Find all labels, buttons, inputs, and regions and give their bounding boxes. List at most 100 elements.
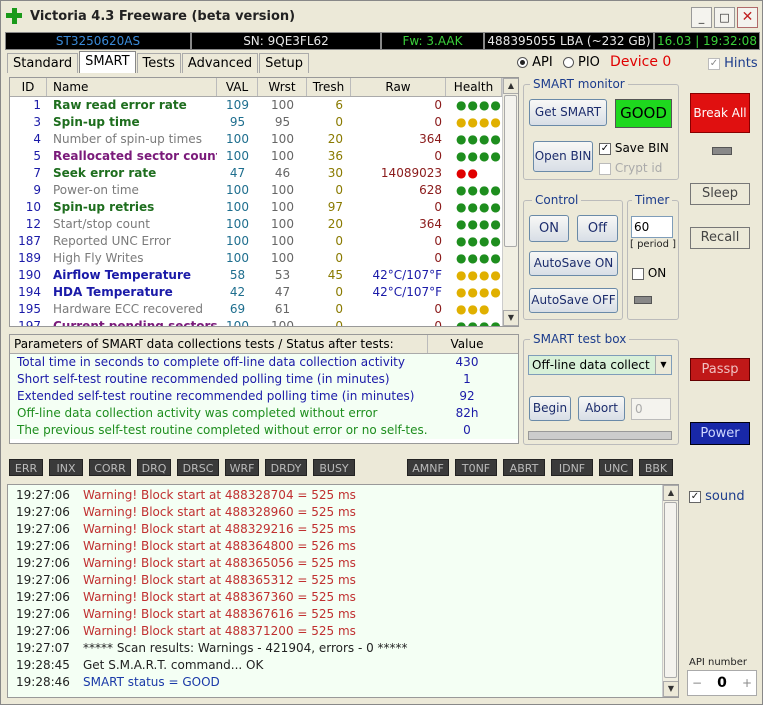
table-row[interactable]: 7 Seek error rate 47 46 30 14089023 ●● — [10, 165, 518, 182]
attr-raw: 42°C/107°F — [372, 285, 443, 299]
col-name[interactable]: Name — [47, 78, 217, 96]
break-all-button[interactable]: Break All — [690, 93, 750, 133]
decrement-icon[interactable]: − — [688, 671, 706, 695]
table-row[interactable]: 1 Raw read error rate 109 100 6 0 ●●●●● — [10, 97, 518, 114]
param-value: 92 — [459, 389, 475, 403]
main-window: Victoria 4.3 Freeware (beta version) _ □… — [0, 0, 763, 705]
close-button[interactable]: ✕ — [737, 7, 758, 28]
col-tresh[interactable]: Tresh — [307, 78, 351, 96]
smart-table-header: ID Name VAL Wrst Tresh Raw Health — [10, 78, 518, 97]
smart-table-scrollbar[interactable]: ▲ ▼ — [502, 78, 518, 326]
api-number-value[interactable]: 0 — [706, 671, 738, 695]
flag-inx: INX — [49, 459, 83, 476]
log-entry: 19:27:06 Warning! Block start at 48836480… — [8, 538, 678, 555]
power-button[interactable]: Power — [690, 422, 750, 445]
params-header-label: Parameters of SMART data collections tes… — [10, 335, 428, 353]
attr-raw: 14089023 — [380, 166, 442, 180]
table-row[interactable]: 190 Airflow Temperature 58 53 45 42°C/107°F ●●… — [10, 267, 518, 284]
log-time: 19:27:06 — [16, 539, 70, 553]
api-radio[interactable] — [517, 57, 528, 68]
tab-advanced[interactable]: Advanced — [181, 53, 259, 73]
attr-raw: 628 — [419, 183, 442, 197]
attr-health: ●●●●● — [456, 149, 510, 163]
begin-button[interactable]: Begin — [529, 396, 571, 421]
log-scroll-down-icon[interactable]: ▼ — [663, 681, 678, 697]
drive-lba: 488395055 LBA (~232 GB) — [484, 32, 654, 50]
table-row[interactable]: 187 Reported UNC Error 100 100 0 0 ●●●●● — [10, 233, 518, 250]
attr-val: 100 — [226, 251, 249, 265]
table-row[interactable]: 189 High Fly Writes 100 100 0 0 ●●●●● — [10, 250, 518, 267]
attr-health: ●●●● — [456, 285, 502, 299]
get-smart-button[interactable]: Get SMART — [529, 99, 607, 126]
event-log-scrollbar[interactable]: ▲ ▼ — [662, 485, 678, 697]
table-row[interactable]: 4 Number of spin-up times 100 100 20 364 ●●●●● — [10, 131, 518, 148]
pio-radio[interactable] — [562, 57, 574, 68]
flag-bbk: BBK — [639, 459, 673, 476]
control-title: Control — [532, 193, 582, 207]
table-row[interactable]: 194 HDA Temperature 42 47 0 42°C/107°F ●●●● — [10, 284, 518, 301]
sound-toggle[interactable]: ✓ sound — [689, 489, 745, 504]
col-id[interactable]: ID — [10, 78, 47, 96]
api-number-spinner[interactable]: − 0 + — [687, 670, 757, 696]
attr-raw: 0 — [434, 115, 442, 129]
log-entry: 19:28:46 SMART status = GOOD — [8, 674, 678, 691]
timer-period-input[interactable]: 60 — [631, 216, 673, 238]
table-row[interactable]: 197 Current pending sectors 100 100 0 0 ●●●●● — [10, 318, 518, 326]
log-entry: 19:27:06 Warning! Block start at 48836761… — [8, 606, 678, 623]
table-row[interactable]: 10 Spin-up retries 100 100 97 0 ●●●●● — [10, 199, 518, 216]
sound-checkbox[interactable]: ✓ — [689, 490, 701, 503]
log-scroll-thumb[interactable] — [664, 502, 677, 678]
col-health[interactable]: Health — [446, 78, 502, 96]
table-row[interactable]: 5 Reallocated sector count 100 100 36 0 ●●●●● — [10, 148, 518, 165]
attr-name: Reported UNC Error — [53, 234, 171, 248]
attr-val: 100 — [226, 200, 249, 214]
attr-id: 3 — [33, 115, 41, 129]
control-off-button[interactable]: Off — [577, 215, 618, 242]
recall-button[interactable]: Recall — [690, 227, 750, 249]
sleep-button[interactable]: Sleep — [690, 183, 750, 205]
attr-id: 187 — [18, 234, 41, 248]
hints-toggle[interactable]: ✓ Hints — [708, 56, 758, 71]
scroll-down-icon[interactable]: ▼ — [503, 310, 518, 326]
timer-on-toggle[interactable]: ON — [632, 266, 666, 280]
log-message: Warning! Block start at 488371200 = 525 … — [83, 624, 356, 638]
tab-tests[interactable]: Tests — [136, 53, 181, 73]
timer-on-checkbox[interactable] — [632, 267, 644, 280]
col-raw[interactable]: Raw — [351, 78, 446, 96]
col-val[interactable]: VAL — [217, 78, 258, 96]
open-bin-button[interactable]: Open BIN — [533, 141, 593, 172]
attr-name: High Fly Writes — [53, 251, 144, 265]
minimize-button[interactable]: _ — [691, 7, 712, 28]
table-row[interactable]: 195 Hardware ECC recovered 69 61 0 0 ●●● — [10, 301, 518, 318]
log-message: Warning! Block start at 488367616 = 525 … — [83, 607, 356, 621]
autosave-on-button[interactable]: AutoSave ON — [529, 251, 618, 276]
scroll-thumb[interactable] — [504, 95, 517, 247]
test-type-select[interactable]: Off-line data collect ▼ — [528, 355, 672, 375]
table-row[interactable]: 9 Power-on time 100 100 0 628 ●●●●● — [10, 182, 518, 199]
maximize-button[interactable]: □ — [714, 7, 735, 28]
save-bin-toggle[interactable]: ✓ Save BIN — [599, 141, 669, 155]
tab-setup[interactable]: Setup — [259, 53, 309, 73]
log-scroll-up-icon[interactable]: ▲ — [663, 485, 678, 501]
log-time: 19:27:06 — [16, 590, 70, 604]
autosave-off-button[interactable]: AutoSave OFF — [529, 288, 618, 313]
attr-threshold: 20 — [327, 217, 343, 231]
tab-smart[interactable]: SMART — [79, 51, 136, 73]
attr-threshold: 30 — [327, 166, 343, 180]
attr-id: 1 — [33, 98, 41, 112]
col-wrst[interactable]: Wrst — [258, 78, 307, 96]
control-on-button[interactable]: ON — [529, 215, 569, 242]
table-row[interactable]: 12 Start/stop count 100 100 20 364 ●●●●● — [10, 216, 518, 233]
scroll-up-icon[interactable]: ▲ — [503, 78, 518, 94]
save-bin-checkbox[interactable]: ✓ — [599, 142, 611, 155]
increment-icon[interactable]: + — [738, 671, 756, 695]
log-time: 19:28:45 — [16, 658, 70, 672]
dropdown-arrow-icon[interactable]: ▼ — [655, 356, 671, 374]
attr-health: ●●●● — [456, 115, 502, 129]
flag-err: ERR — [9, 459, 43, 476]
table-row[interactable]: 3 Spin-up time 95 95 0 0 ●●●● — [10, 114, 518, 131]
passp-button[interactable]: Passp — [690, 358, 750, 381]
abort-button[interactable]: Abort — [578, 396, 625, 421]
hints-checkbox[interactable]: ✓ — [708, 57, 720, 70]
tab-standard[interactable]: Standard — [7, 53, 79, 73]
